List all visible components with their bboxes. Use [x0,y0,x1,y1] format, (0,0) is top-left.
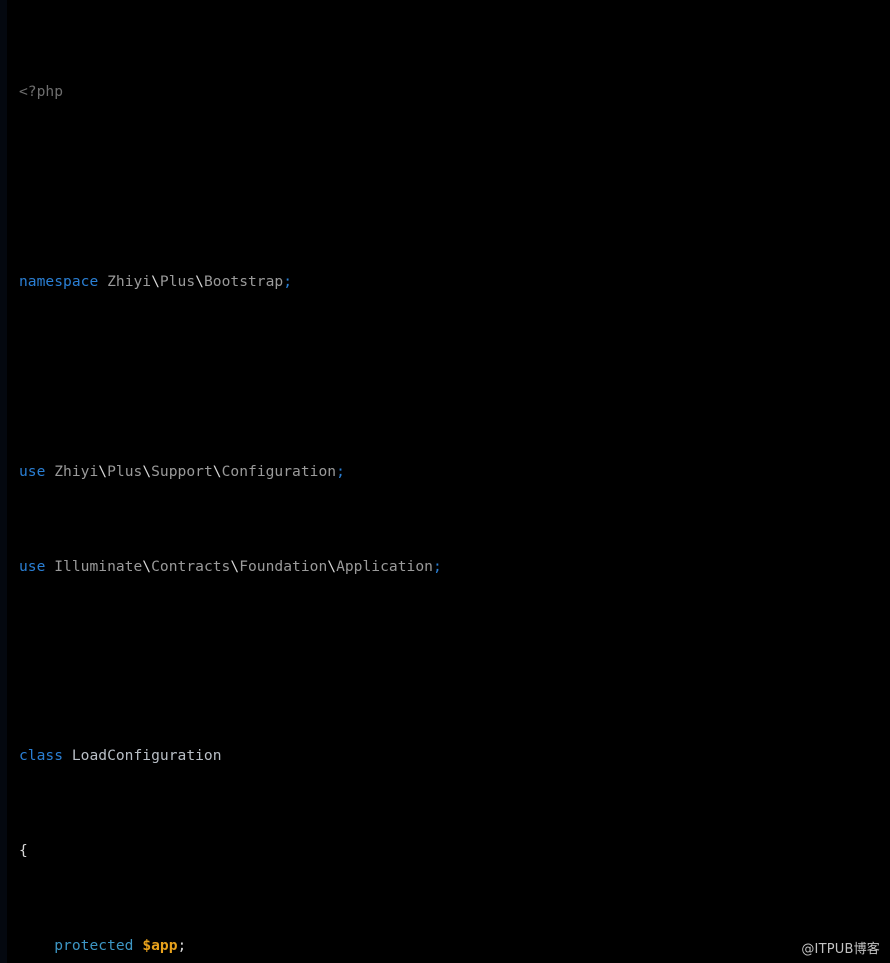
semicolon: ; [336,462,345,480]
semicolon: ; [283,272,293,290]
import-part: Zhiyi [54,462,99,480]
keyword-use: use [19,462,46,480]
import-part: Application [336,557,433,575]
keyword-class: class [19,747,64,765]
semicolon: ; [432,557,442,575]
import-part: Illuminate [54,557,143,575]
backslash: \ [142,462,152,480]
keyword-use: use [19,557,46,575]
code-line: use Zhiyi\Plus\Support\Configuration; [0,460,890,484]
backslash: \ [212,462,222,480]
namespace-part: Plus [159,272,196,290]
backslash: \ [195,272,204,290]
code-line: class LoadConfiguration [0,744,890,768]
property-variable: $app [142,937,178,955]
php-open-tag: <?php [19,83,64,101]
brace-open: { [19,842,28,860]
backslash: \ [230,557,240,575]
code-line: use Illuminate\Contracts\Foundation\Appl… [0,555,890,579]
backslash: \ [327,557,337,575]
namespace-part: Zhiyi [107,272,152,290]
class-name: LoadConfiguration [71,747,222,765]
backslash: \ [151,272,160,290]
import-part: Plus [107,462,143,480]
import-part: Configuration [221,462,337,480]
code-line: protected $app; [0,934,890,958]
keyword-protected: protected [54,937,134,955]
code-screenshot: <?php namespace Zhiyi\Plus\Bootstrap; us… [0,0,890,963]
code-block: <?php namespace Zhiyi\Plus\Bootstrap; us… [0,0,890,963]
watermark: @ITPUB博客 [801,942,880,957]
code-line: { [0,839,890,863]
code-line: <?php [0,80,890,104]
import-part: Contracts [151,557,231,575]
keyword-namespace: namespace [19,272,99,290]
import-part: Foundation [239,557,328,575]
namespace-part: Bootstrap [203,272,284,290]
backslash: \ [142,557,152,575]
code-line: namespace Zhiyi\Plus\Bootstrap; [0,270,890,294]
semicolon: ; [177,937,187,955]
import-part: Support [151,462,213,480]
backslash: \ [98,462,108,480]
